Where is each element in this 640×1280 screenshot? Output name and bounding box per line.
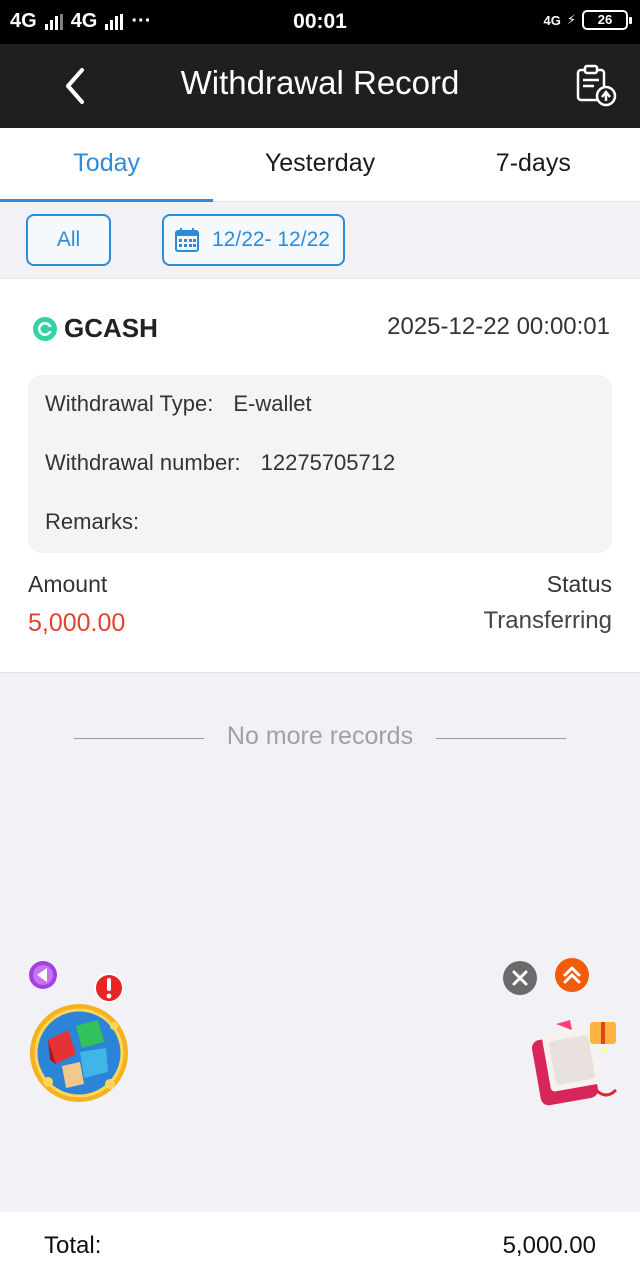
total-footer: Total: 5,000.00	[0, 1212, 640, 1280]
date-tabs: Today Yesterday 7-days	[0, 128, 640, 202]
divider-right	[436, 738, 566, 739]
date-range-label: 12/22- 12/22	[212, 228, 330, 251]
date-range-button[interactable]: 12/22- 12/22	[162, 214, 345, 266]
withdrawal-type-value: E-wallet	[233, 391, 312, 416]
list-end-indicator: No more records	[0, 720, 640, 756]
total-value: 5,000.00	[502, 1232, 596, 1259]
tab-today[interactable]: Today	[0, 128, 214, 202]
withdrawal-number-label: Withdrawal number:	[45, 450, 241, 475]
remarks-row: Remarks:	[45, 509, 159, 535]
alert-badge	[94, 972, 124, 1004]
gcash-logo-icon	[33, 316, 57, 341]
filter-bar: All 12/22- 12/22	[0, 202, 640, 279]
status-label: Status	[546, 571, 612, 597]
play-left-icon	[29, 961, 57, 989]
calendar-icon	[175, 228, 199, 252]
dice-game-icon	[30, 1004, 128, 1102]
record-details: Withdrawal Type: E-wallet Withdrawal numb…	[28, 375, 612, 553]
battery-icon: 26	[582, 10, 632, 30]
network-small: 4G	[543, 12, 561, 28]
exclamation-icon	[94, 973, 124, 1003]
collapse-left-button[interactable]	[28, 960, 58, 990]
tab-yesterday[interactable]: Yesterday	[213, 128, 426, 201]
amount-value: 5,000.00	[28, 609, 126, 637]
remarks-label: Remarks:	[45, 509, 140, 534]
expand-widget-button[interactable]	[554, 957, 590, 993]
withdrawal-number-row: Withdrawal number: 12275705712	[45, 450, 395, 476]
withdrawal-record-card[interactable]: GCASH 2025-12-22 00:00:01 Withdrawal Typ…	[0, 279, 640, 673]
gift-promo-widget[interactable]	[526, 1016, 620, 1108]
clipboard-upload-icon	[576, 64, 617, 107]
provider: GCASH	[32, 313, 158, 344]
withdrawal-number-value: 12275705712	[260, 450, 396, 475]
status-bar: 4G 4G ··· 00:01 4G ⚡ 26	[0, 0, 640, 44]
export-button[interactable]	[574, 64, 618, 108]
status-value: Transferring	[483, 607, 612, 634]
double-chevron-up-icon	[555, 958, 589, 992]
all-filter-button[interactable]: All	[26, 214, 111, 266]
page-title: Withdrawal Record	[180, 64, 460, 101]
app-header: Withdrawal Record	[0, 44, 640, 128]
gift-box-icon	[531, 1020, 618, 1106]
withdrawal-type-label: Withdrawal Type:	[45, 391, 214, 416]
game-promo-widget[interactable]	[28, 1002, 130, 1104]
record-datetime: 2025-12-22 00:00:01	[387, 313, 610, 340]
tab-7-days[interactable]: 7-days	[427, 128, 640, 201]
close-widget-button[interactable]	[502, 960, 538, 996]
no-more-records-text: No more records	[226, 722, 414, 750]
close-icon	[503, 961, 537, 995]
total-label: Total:	[44, 1232, 102, 1259]
provider-name: GCASH	[64, 313, 158, 343]
withdrawal-type-row: Withdrawal Type: E-wallet	[45, 391, 312, 417]
charging-icon: ⚡	[566, 12, 576, 27]
amount-label: Amount	[28, 571, 108, 597]
status-right: 4G ⚡ 26	[543, 10, 632, 30]
